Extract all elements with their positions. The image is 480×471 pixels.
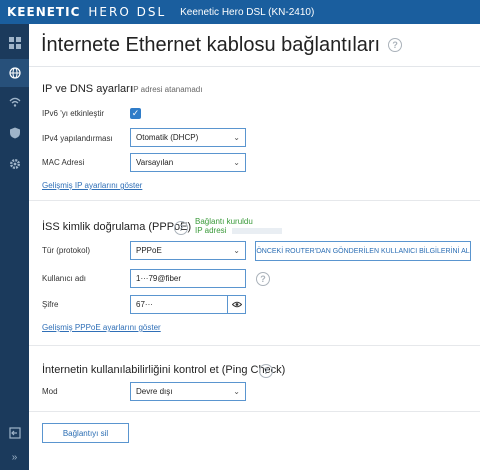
help-icon[interactable]: ?: [388, 38, 403, 52]
brand-logo: KEENETIC HERO DSL: [7, 5, 167, 19]
help-icon[interactable]: ?: [259, 364, 273, 378]
dashboard-icon: [8, 37, 21, 49]
mode-select[interactable]: Devre dışı ⌄: [130, 382, 246, 401]
ipv4-label: IPv4 yapılandırması: [42, 134, 113, 143]
ping-section-title: İnternetin kullanılabilirliğini kontrol …: [42, 364, 286, 376]
page-title: İnternete Ethernet kablosu bağlantıları: [41, 33, 381, 56]
shield-icon: [9, 127, 20, 139]
advanced-ip-link[interactable]: Gelişmiş IP ayarlarını göster: [42, 181, 142, 190]
delete-connection-button[interactable]: Bağlantıyı sil: [42, 423, 129, 443]
sidebar-item-internet[interactable]: [0, 59, 29, 87]
divider: [29, 200, 480, 201]
username-input[interactable]: 1···79@fiber: [130, 269, 246, 288]
advanced-pppoe-link[interactable]: Gelişmiş PPPoE ayarlarını göster: [42, 323, 161, 332]
pppoe-section-title: İSS kimlik doğrulama (PPPoE): [42, 221, 192, 233]
sidebar-item-security[interactable]: [0, 119, 29, 147]
mode-value: Devre dışı: [136, 387, 173, 396]
ipv6-label: IPv6 'yı etkinleştir: [42, 109, 104, 118]
main-content: İnternete Ethernet kablosu bağlantıları …: [29, 24, 480, 470]
help-icon[interactable]: ?: [174, 221, 188, 235]
ip-hint: IP adresi atanamadı: [131, 85, 203, 94]
username-label: Kullanıcı adı: [42, 274, 87, 283]
ipv4-select[interactable]: Otomatik (DHCP) ⌄: [130, 128, 246, 147]
wifi-icon: [9, 97, 20, 107]
globe-icon: [8, 67, 21, 79]
divider: [29, 345, 480, 346]
mac-select[interactable]: Varsayılan ⌄: [130, 153, 246, 172]
divider: [29, 411, 480, 412]
ipv4-value: Otomatik (DHCP): [136, 133, 199, 142]
password-input[interactable]: 67···: [130, 295, 246, 314]
logout-icon: [8, 427, 21, 439]
mode-label: Mod: [42, 387, 58, 396]
page-header: İnternete Ethernet kablosu bağlantıları …: [29, 24, 480, 67]
chevron-down-icon: ⌄: [233, 133, 240, 142]
chevron-down-icon: ⌄: [233, 158, 240, 167]
ip-address-label: IP adresi: [195, 226, 227, 235]
password-value: 67···: [136, 300, 153, 309]
ip-address-status: IP adresi: [195, 226, 282, 235]
mac-label: MAC Adresi: [42, 158, 85, 167]
mac-value: Varsayılan: [136, 158, 174, 167]
sidebar-item-collapse[interactable]: »: [0, 443, 29, 471]
username-value: 1···79@fiber: [136, 274, 182, 283]
ip-section-title: IP ve DNS ayarları: [42, 83, 133, 95]
protocol-value: PPPoE: [136, 246, 162, 255]
double-chevron-icon: »: [11, 451, 18, 463]
protocol-select[interactable]: PPPoE ⌄: [130, 241, 246, 260]
device-model: Keenetic Hero DSL (KN-2410): [180, 6, 315, 18]
gear-icon: [9, 159, 20, 169]
help-icon[interactable]: ?: [256, 272, 270, 286]
chevron-down-icon: ⌄: [233, 387, 240, 396]
checkmark-icon: ✓: [131, 108, 140, 118]
masked-ip: [231, 227, 282, 234]
sidebar-item-settings[interactable]: [0, 150, 29, 178]
ipv6-checkbox[interactable]: ✓: [130, 108, 141, 119]
sidebar-item-wifi[interactable]: [0, 88, 29, 116]
protocol-label: Tür (protokol): [42, 246, 91, 255]
sidebar-item-dashboard[interactable]: [0, 29, 29, 57]
top-bar: KEENETIC HERO DSL Keenetic Hero DSL (KN-2…: [0, 0, 480, 24]
password-label: Şifre: [42, 300, 59, 309]
connection-status: Bağlantı kuruldu: [195, 217, 253, 226]
sidebar: »: [0, 24, 29, 470]
eye-icon[interactable]: [227, 296, 245, 313]
fetch-credentials-button[interactable]: ÖNCEKİ ROUTER'DAN GÖNDERİLEN KULLANICI B…: [255, 241, 471, 261]
chevron-down-icon: ⌄: [233, 246, 240, 255]
